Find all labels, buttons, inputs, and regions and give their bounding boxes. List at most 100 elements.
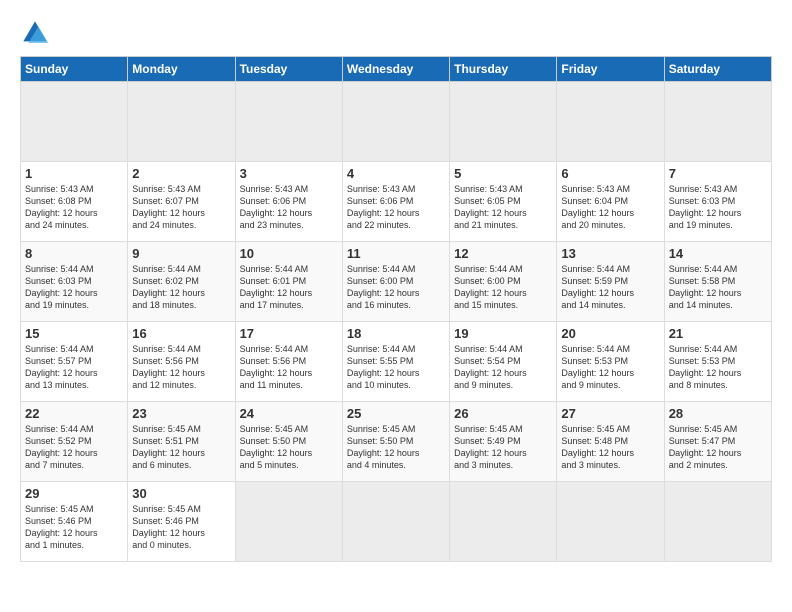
cell-text: Sunrise: 5:44 AMSunset: 5:56 PMDaylight:… bbox=[240, 344, 313, 390]
calendar-cell: 4 Sunrise: 5:43 AMSunset: 6:06 PMDayligh… bbox=[342, 162, 449, 242]
calendar-cell: 20 Sunrise: 5:44 AMSunset: 5:53 PMDaylig… bbox=[557, 322, 664, 402]
cell-text: Sunrise: 5:44 AMSunset: 6:01 PMDaylight:… bbox=[240, 264, 313, 310]
header-row: Sunday Monday Tuesday Wednesday Thursday… bbox=[21, 57, 772, 82]
cell-text: Sunrise: 5:44 AMSunset: 6:03 PMDaylight:… bbox=[25, 264, 98, 310]
calendar-cell: 18 Sunrise: 5:44 AMSunset: 5:55 PMDaylig… bbox=[342, 322, 449, 402]
calendar-week-5: 29 Sunrise: 5:45 AMSunset: 5:46 PMDaylig… bbox=[21, 482, 772, 562]
calendar-cell: 9 Sunrise: 5:44 AMSunset: 6:02 PMDayligh… bbox=[128, 242, 235, 322]
calendar-cell: 12 Sunrise: 5:44 AMSunset: 6:00 PMDaylig… bbox=[450, 242, 557, 322]
calendar-cell: 21 Sunrise: 5:44 AMSunset: 5:53 PMDaylig… bbox=[664, 322, 771, 402]
day-number: 28 bbox=[669, 406, 767, 421]
col-tuesday: Tuesday bbox=[235, 57, 342, 82]
cell-text: Sunrise: 5:44 AMSunset: 5:53 PMDaylight:… bbox=[561, 344, 634, 390]
day-number: 17 bbox=[240, 326, 338, 341]
cell-text: Sunrise: 5:45 AMSunset: 5:46 PMDaylight:… bbox=[132, 504, 205, 550]
calendar-table: Sunday Monday Tuesday Wednesday Thursday… bbox=[20, 56, 772, 562]
calendar-cell bbox=[342, 82, 449, 162]
logo bbox=[20, 18, 54, 48]
day-number: 27 bbox=[561, 406, 659, 421]
day-number: 23 bbox=[132, 406, 230, 421]
day-number: 2 bbox=[132, 166, 230, 181]
day-number: 15 bbox=[25, 326, 123, 341]
day-number: 24 bbox=[240, 406, 338, 421]
calendar-cell: 25 Sunrise: 5:45 AMSunset: 5:50 PMDaylig… bbox=[342, 402, 449, 482]
day-number: 20 bbox=[561, 326, 659, 341]
day-number: 30 bbox=[132, 486, 230, 501]
day-number: 21 bbox=[669, 326, 767, 341]
cell-text: Sunrise: 5:45 AMSunset: 5:51 PMDaylight:… bbox=[132, 424, 205, 470]
day-number: 7 bbox=[669, 166, 767, 181]
day-number: 25 bbox=[347, 406, 445, 421]
day-number: 19 bbox=[454, 326, 552, 341]
calendar-cell: 3 Sunrise: 5:43 AMSunset: 6:06 PMDayligh… bbox=[235, 162, 342, 242]
col-sunday: Sunday bbox=[21, 57, 128, 82]
calendar-week-1: 1 Sunrise: 5:43 AMSunset: 6:08 PMDayligh… bbox=[21, 162, 772, 242]
calendar-cell: 28 Sunrise: 5:45 AMSunset: 5:47 PMDaylig… bbox=[664, 402, 771, 482]
day-number: 1 bbox=[25, 166, 123, 181]
calendar-week-0 bbox=[21, 82, 772, 162]
cell-text: Sunrise: 5:44 AMSunset: 5:58 PMDaylight:… bbox=[669, 264, 742, 310]
header bbox=[20, 18, 772, 48]
calendar-cell bbox=[128, 82, 235, 162]
calendar-cell bbox=[21, 82, 128, 162]
cell-text: Sunrise: 5:43 AMSunset: 6:07 PMDaylight:… bbox=[132, 184, 205, 230]
calendar-cell: 17 Sunrise: 5:44 AMSunset: 5:56 PMDaylig… bbox=[235, 322, 342, 402]
calendar-cell: 14 Sunrise: 5:44 AMSunset: 5:58 PMDaylig… bbox=[664, 242, 771, 322]
calendar-week-3: 15 Sunrise: 5:44 AMSunset: 5:57 PMDaylig… bbox=[21, 322, 772, 402]
calendar-cell bbox=[557, 82, 664, 162]
calendar-week-4: 22 Sunrise: 5:44 AMSunset: 5:52 PMDaylig… bbox=[21, 402, 772, 482]
day-number: 13 bbox=[561, 246, 659, 261]
cell-text: Sunrise: 5:45 AMSunset: 5:47 PMDaylight:… bbox=[669, 424, 742, 470]
calendar-cell: 24 Sunrise: 5:45 AMSunset: 5:50 PMDaylig… bbox=[235, 402, 342, 482]
cell-text: Sunrise: 5:44 AMSunset: 6:02 PMDaylight:… bbox=[132, 264, 205, 310]
col-thursday: Thursday bbox=[450, 57, 557, 82]
day-number: 11 bbox=[347, 246, 445, 261]
day-number: 10 bbox=[240, 246, 338, 261]
col-wednesday: Wednesday bbox=[342, 57, 449, 82]
calendar-cell: 22 Sunrise: 5:44 AMSunset: 5:52 PMDaylig… bbox=[21, 402, 128, 482]
day-number: 12 bbox=[454, 246, 552, 261]
calendar-cell: 29 Sunrise: 5:45 AMSunset: 5:46 PMDaylig… bbox=[21, 482, 128, 562]
cell-text: Sunrise: 5:44 AMSunset: 5:59 PMDaylight:… bbox=[561, 264, 634, 310]
calendar-cell bbox=[450, 82, 557, 162]
day-number: 8 bbox=[25, 246, 123, 261]
cell-text: Sunrise: 5:44 AMSunset: 5:52 PMDaylight:… bbox=[25, 424, 98, 470]
cell-text: Sunrise: 5:45 AMSunset: 5:50 PMDaylight:… bbox=[347, 424, 420, 470]
cell-text: Sunrise: 5:44 AMSunset: 5:53 PMDaylight:… bbox=[669, 344, 742, 390]
day-number: 14 bbox=[669, 246, 767, 261]
calendar-cell: 11 Sunrise: 5:44 AMSunset: 6:00 PMDaylig… bbox=[342, 242, 449, 322]
calendar-cell: 15 Sunrise: 5:44 AMSunset: 5:57 PMDaylig… bbox=[21, 322, 128, 402]
logo-icon bbox=[20, 18, 50, 48]
calendar-cell: 27 Sunrise: 5:45 AMSunset: 5:48 PMDaylig… bbox=[557, 402, 664, 482]
cell-text: Sunrise: 5:44 AMSunset: 5:56 PMDaylight:… bbox=[132, 344, 205, 390]
calendar-week-2: 8 Sunrise: 5:44 AMSunset: 6:03 PMDayligh… bbox=[21, 242, 772, 322]
calendar-cell: 13 Sunrise: 5:44 AMSunset: 5:59 PMDaylig… bbox=[557, 242, 664, 322]
calendar-cell: 1 Sunrise: 5:43 AMSunset: 6:08 PMDayligh… bbox=[21, 162, 128, 242]
cell-text: Sunrise: 5:43 AMSunset: 6:03 PMDaylight:… bbox=[669, 184, 742, 230]
cell-text: Sunrise: 5:45 AMSunset: 5:50 PMDaylight:… bbox=[240, 424, 313, 470]
cell-text: Sunrise: 5:43 AMSunset: 6:06 PMDaylight:… bbox=[347, 184, 420, 230]
calendar-cell: 19 Sunrise: 5:44 AMSunset: 5:54 PMDaylig… bbox=[450, 322, 557, 402]
cell-text: Sunrise: 5:43 AMSunset: 6:05 PMDaylight:… bbox=[454, 184, 527, 230]
cell-text: Sunrise: 5:44 AMSunset: 5:55 PMDaylight:… bbox=[347, 344, 420, 390]
cell-text: Sunrise: 5:44 AMSunset: 5:54 PMDaylight:… bbox=[454, 344, 527, 390]
calendar-cell: 6 Sunrise: 5:43 AMSunset: 6:04 PMDayligh… bbox=[557, 162, 664, 242]
day-number: 29 bbox=[25, 486, 123, 501]
page: Sunday Monday Tuesday Wednesday Thursday… bbox=[0, 0, 792, 612]
calendar-cell bbox=[235, 82, 342, 162]
cell-text: Sunrise: 5:43 AMSunset: 6:04 PMDaylight:… bbox=[561, 184, 634, 230]
cell-text: Sunrise: 5:45 AMSunset: 5:49 PMDaylight:… bbox=[454, 424, 527, 470]
col-monday: Monday bbox=[128, 57, 235, 82]
day-number: 6 bbox=[561, 166, 659, 181]
cell-text: Sunrise: 5:44 AMSunset: 6:00 PMDaylight:… bbox=[454, 264, 527, 310]
calendar-cell bbox=[664, 82, 771, 162]
calendar-cell: 2 Sunrise: 5:43 AMSunset: 6:07 PMDayligh… bbox=[128, 162, 235, 242]
col-friday: Friday bbox=[557, 57, 664, 82]
day-number: 22 bbox=[25, 406, 123, 421]
cell-text: Sunrise: 5:43 AMSunset: 6:06 PMDaylight:… bbox=[240, 184, 313, 230]
calendar-cell: 26 Sunrise: 5:45 AMSunset: 5:49 PMDaylig… bbox=[450, 402, 557, 482]
calendar-cell: 8 Sunrise: 5:44 AMSunset: 6:03 PMDayligh… bbox=[21, 242, 128, 322]
cell-text: Sunrise: 5:44 AMSunset: 5:57 PMDaylight:… bbox=[25, 344, 98, 390]
calendar-cell: 16 Sunrise: 5:44 AMSunset: 5:56 PMDaylig… bbox=[128, 322, 235, 402]
day-number: 3 bbox=[240, 166, 338, 181]
